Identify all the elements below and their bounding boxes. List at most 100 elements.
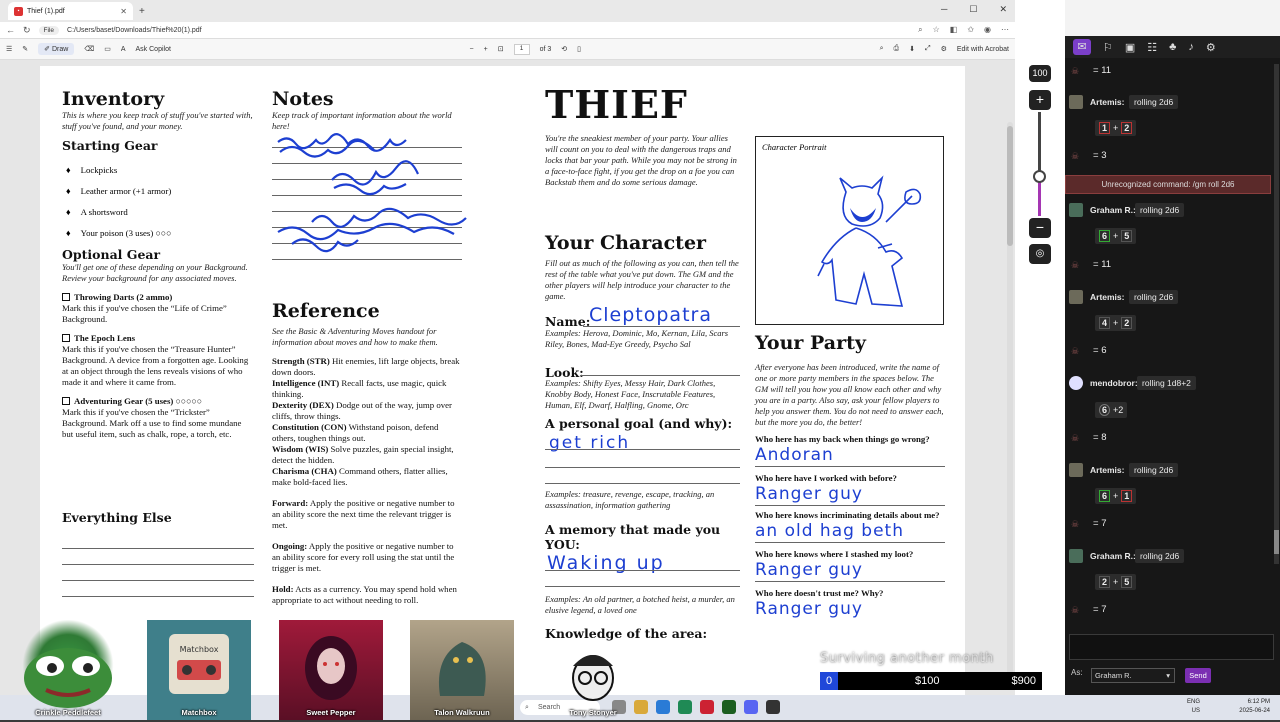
print-icon[interactable]: ⎙ xyxy=(893,45,899,53)
party-question[interactable]: Who here doesn't trust me? Why? Ranger g… xyxy=(755,588,945,621)
dice-row: 1 + 2 xyxy=(1095,120,1137,136)
url-field[interactable]: C:/Users/baset/Downloads/Thief%20(1).pdf xyxy=(67,27,910,34)
page-total: of 3 xyxy=(539,45,552,53)
chat-tab-icon[interactable]: ✉ xyxy=(1073,39,1091,55)
app-icon[interactable] xyxy=(722,700,736,714)
party-question[interactable]: Who here knows incriminating details abo… xyxy=(755,510,945,543)
chat-input[interactable] xyxy=(1069,634,1274,660)
highlight-icon[interactable]: ✎ xyxy=(22,45,28,53)
tab-thief-pdf[interactable]: ▪ Thief (1).pdf ✕ xyxy=(8,2,133,20)
avatar: Talon Walkruun xyxy=(410,620,514,720)
app-icon[interactable] xyxy=(700,700,714,714)
character-portrait[interactable]: Character Portrait xyxy=(755,136,944,325)
party-question[interactable]: Who here have I worked with before? Rang… xyxy=(755,473,945,506)
name-field[interactable]: Name: Cleptopatra xyxy=(545,304,740,329)
edge-icon[interactable] xyxy=(678,700,692,714)
zoom-plus-button[interactable]: + xyxy=(1029,90,1051,110)
page-number-input[interactable]: 1 xyxy=(513,43,530,55)
option-adventuring-gear: Adventuring Gear (5 uses) ○○○○○ Mark thi… xyxy=(62,396,254,440)
thief-drawing xyxy=(817,175,922,307)
option-desc: Mark this if you've chosen the “Life of … xyxy=(62,303,227,324)
expand-icon[interactable]: ⤢ xyxy=(925,45,931,53)
checkbox[interactable] xyxy=(62,397,70,405)
look-field[interactable]: Look: xyxy=(545,364,740,380)
rotate-icon[interactable]: ⟲ xyxy=(561,45,567,53)
roll-result: = 3 xyxy=(1093,150,1107,161)
scrollbar-thumb[interactable] xyxy=(1274,530,1279,554)
ask-copilot-button[interactable]: Ask Copilot xyxy=(136,46,171,53)
viewer-scrollbar[interactable] xyxy=(1007,122,1013,682)
zoom-knob[interactable] xyxy=(1033,170,1046,183)
party-question[interactable]: Who here has my back when things go wron… xyxy=(755,434,945,467)
save-icon[interactable]: ⬇ xyxy=(909,45,915,53)
checkbox[interactable] xyxy=(62,334,70,342)
party-question[interactable]: Who here knows where I stashed my loot? … xyxy=(755,549,945,582)
checkbox[interactable] xyxy=(62,293,70,301)
roll-icon: ☠ xyxy=(1071,519,1080,529)
gear-label: A shortsword xyxy=(80,206,128,217)
pdf-icon: ▪ xyxy=(14,6,23,16)
cards-tab-icon[interactable]: ♣ xyxy=(1169,41,1176,53)
contents-icon[interactable]: ☰ xyxy=(6,45,12,53)
notes-lines[interactable] xyxy=(272,132,467,272)
answer-value: an old hag beth xyxy=(755,521,945,543)
favorites-icon[interactable]: ✩ xyxy=(967,25,974,35)
settings-icon[interactable]: ⚙ xyxy=(941,45,947,53)
option-desc: Mark this if you've chosen the “Treasure… xyxy=(62,344,249,387)
zoom-out-icon[interactable]: − xyxy=(470,46,474,53)
die-value: 1 xyxy=(1099,122,1111,134)
search-icon[interactable]: ⌕ xyxy=(880,45,884,53)
edit-acrobat-button[interactable]: Edit with Acrobat xyxy=(957,46,1009,53)
stat-name: Strength (STR) xyxy=(272,356,330,366)
term-name: Forward: xyxy=(272,498,309,508)
goal-field[interactable]: get rich xyxy=(545,431,740,484)
journal-tab-icon[interactable]: ☷ xyxy=(1147,41,1157,54)
zoom-icon[interactable]: ⌕ xyxy=(918,25,922,35)
minimize-icon[interactable]: ─ xyxy=(941,4,947,15)
view-icon[interactable]: ▭ xyxy=(104,45,111,53)
speaking-as-select[interactable]: Graham R. ▾ xyxy=(1091,668,1175,683)
read-aloud-icon[interactable]: A xyxy=(121,46,126,53)
chat-log[interactable]: ☠ = 11 Artemis: rolling 2d6 1 + 2 ☠ = 3 … xyxy=(1065,58,1280,618)
send-button[interactable]: Send xyxy=(1185,668,1211,683)
store-icon[interactable] xyxy=(656,700,670,714)
fit-icon[interactable]: ⊡ xyxy=(498,45,504,53)
roll-command: rolling 1d8+2 xyxy=(1137,376,1196,390)
extensions-icon[interactable]: ◧ xyxy=(950,25,958,35)
zoom-reset-icon[interactable]: ◎ xyxy=(1029,244,1051,264)
your-character-intro: Fill out as much of the following as you… xyxy=(545,258,739,301)
back-icon[interactable]: ← xyxy=(6,25,15,35)
compendium-tab-icon[interactable]: ⚐ xyxy=(1103,41,1113,54)
scrollbar-thumb[interactable] xyxy=(1007,126,1013,246)
memory-field[interactable]: Waking up xyxy=(545,552,740,588)
maximize-icon[interactable]: ☐ xyxy=(969,4,977,15)
zoom-in-icon[interactable]: + xyxy=(484,46,488,53)
die-value: 2 xyxy=(1121,122,1133,134)
profile-icon[interactable]: ◉ xyxy=(984,25,991,35)
chat-scrollbar[interactable] xyxy=(1274,64,1279,564)
eraser-icon[interactable]: ⌫ xyxy=(84,45,94,53)
jukebox-tab-icon[interactable]: ♪ xyxy=(1188,41,1194,53)
ruled-line xyxy=(545,586,740,587)
pdf-toolbar: ☰ ✎ ✐ Draw ⌫ ▭ A Ask Copilot − + ⊡ 1 of … xyxy=(0,39,1015,60)
close-icon[interactable]: ✕ xyxy=(120,7,127,16)
thief-title: THIEF xyxy=(545,82,688,127)
page-view-icon[interactable]: ▯ xyxy=(577,45,581,53)
close-window-icon[interactable]: ✕ xyxy=(999,4,1007,15)
settings-tab-icon[interactable]: ⚙ xyxy=(1206,41,1216,54)
new-tab-icon[interactable]: + xyxy=(139,6,145,17)
menu-icon[interactable]: ⋯ xyxy=(1001,25,1009,35)
art-tab-icon[interactable]: ▣ xyxy=(1125,41,1135,54)
discord-icon[interactable] xyxy=(744,700,758,714)
die-value: 2 xyxy=(1121,317,1133,329)
everything-else-lines[interactable] xyxy=(62,533,254,597)
zoom-minus-button[interactable]: − xyxy=(1029,218,1051,238)
language-indicator[interactable]: ENG US xyxy=(1187,698,1200,716)
star-icon[interactable]: ☆ xyxy=(933,25,940,35)
system-tray[interactable]: ENG US 6:12 PM 2025-06-24 xyxy=(1187,698,1270,716)
refresh-icon[interactable]: ↻ xyxy=(23,25,31,36)
draw-button[interactable]: ✐ Draw xyxy=(38,43,75,55)
address-bar: ← ↻ File C:/Users/baset/Downloads/Thief%… xyxy=(0,22,1015,39)
result-value: 3 xyxy=(1101,150,1107,161)
obs-icon[interactable] xyxy=(766,700,780,714)
